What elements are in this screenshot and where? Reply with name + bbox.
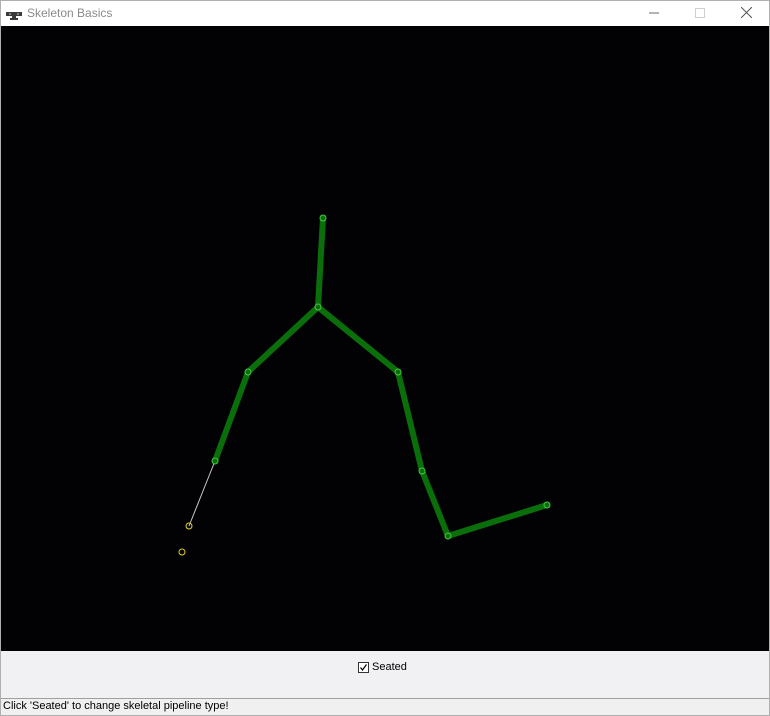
joint-shoulder-left [244, 368, 252, 376]
joint-head [319, 214, 327, 222]
seated-label[interactable]: Seated [372, 661, 407, 673]
skeleton-canvas [1, 26, 769, 651]
status-text: Click 'Seated' to change skeletal pipeli… [3, 700, 229, 712]
checkmark-icon [360, 663, 367, 671]
maximize-icon [695, 5, 705, 23]
joint-elbow-right [418, 467, 426, 475]
joint-hand-right [543, 501, 551, 509]
joint-shoulder-right [394, 368, 402, 376]
joint-shoulder-center [314, 303, 322, 311]
window-title: Skeleton Basics [27, 6, 113, 20]
close-button[interactable] [723, 1, 769, 26]
minimize-button[interactable] [631, 1, 677, 26]
close-icon [740, 5, 752, 23]
title-bar[interactable]: Skeleton Basics [1, 1, 769, 26]
joint-wrist-right [444, 532, 452, 540]
skeleton-drawing [1, 26, 769, 651]
status-bar: Click 'Seated' to change skeletal pipeli… [1, 698, 769, 715]
app-window: Skeleton Basics Seated Click 'Seated' to… [0, 0, 770, 716]
minimize-icon [649, 5, 659, 23]
kinect-sensor-icon [6, 8, 22, 20]
maximize-button[interactable] [677, 1, 723, 26]
seated-checkbox[interactable]: Seated [358, 661, 407, 673]
options-panel: Seated [1, 651, 769, 698]
checkbox-box[interactable] [358, 661, 369, 673]
joint-elbow-left [211, 457, 219, 465]
